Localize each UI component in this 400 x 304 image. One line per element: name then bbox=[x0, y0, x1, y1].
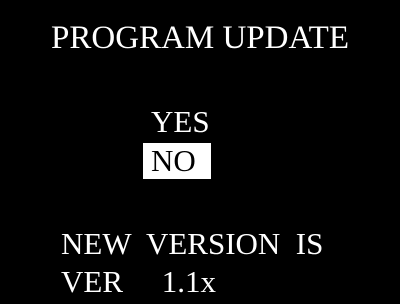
no-option[interactable]: NO bbox=[143, 143, 211, 179]
version-number: VER 1.1x bbox=[61, 264, 216, 299]
new-version-message: NEW VERSION IS bbox=[61, 226, 324, 261]
screen-title: PROGRAM UPDATE bbox=[51, 20, 349, 56]
yes-option[interactable]: YES bbox=[143, 104, 218, 140]
program-update-screen: PROGRAM UPDATE YES NO NEW VERSION IS VER… bbox=[0, 0, 400, 304]
